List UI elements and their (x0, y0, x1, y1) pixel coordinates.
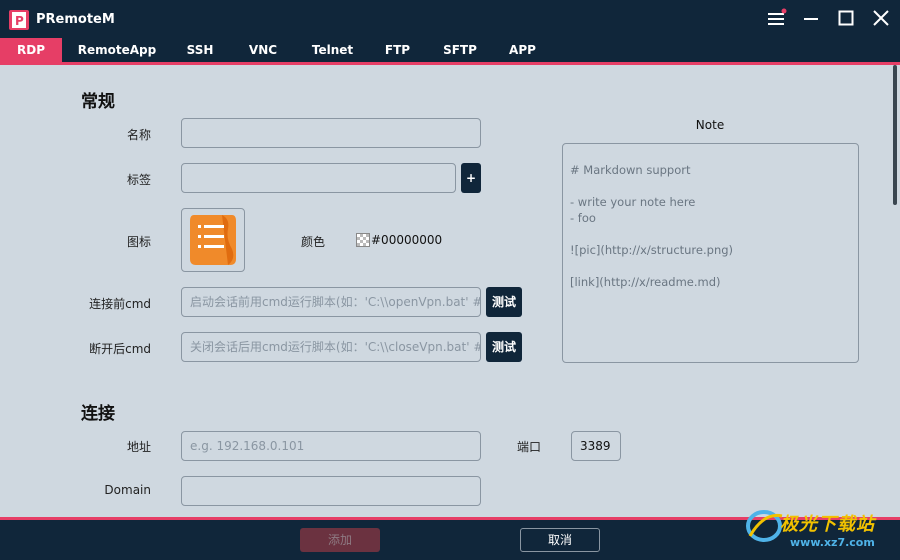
note-title: Note (695, 118, 725, 132)
svg-text:P: P (15, 14, 24, 28)
domain-field[interactable] (181, 476, 481, 506)
section-title-connection: 连接 (81, 404, 115, 424)
note-line (570, 178, 851, 194)
color-swatch[interactable] (356, 233, 370, 247)
add-tag-button[interactable]: + (461, 163, 481, 193)
pre-cmd-test-button[interactable]: 测试 (486, 287, 522, 317)
tab-sftp[interactable]: SFTP (435, 38, 485, 62)
section-title-general: 常规 (81, 92, 115, 112)
color-value[interactable]: #00000000 (371, 233, 442, 247)
content-panel: 常规 名称 标签 + 图标 颜色 #00000000 连接前cmd 启动会话前用… (0, 65, 900, 517)
note-editor[interactable]: # Markdown support - write your note her… (562, 143, 859, 363)
tab-ftp[interactable]: FTP (375, 38, 420, 62)
watermark-text: 极光下载站 (780, 514, 875, 535)
watermark-url: www.xz7.com (790, 536, 875, 549)
port-field[interactable]: 3389 (571, 431, 621, 461)
title-bar: P PRemoteM (0, 0, 900, 38)
name-label: 名称 (126, 128, 151, 142)
add-button[interactable]: 添加 (300, 528, 380, 552)
vertical-scrollbar[interactable] (893, 65, 897, 205)
close-button[interactable] (867, 6, 895, 32)
tab-rdp[interactable]: RDP (0, 38, 62, 62)
pre-cmd-label: 连接前cmd (89, 297, 151, 311)
post-cmd-field[interactable]: 关闭会话后用cmd运行脚本(如：'C:\\closeVpn.bat' # (181, 332, 481, 362)
tab-remoteapp[interactable]: RemoteApp (72, 38, 162, 62)
note-line (570, 258, 851, 274)
tab-ssh[interactable]: SSH (175, 38, 225, 62)
address-label: 地址 (126, 440, 151, 454)
protocol-tabs: RDP RemoteApp SSH VNC Telnet FTP SFTP AP… (0, 38, 900, 62)
menu-button[interactable] (762, 6, 790, 32)
maximize-button[interactable] (832, 6, 860, 32)
post-cmd-test-button[interactable]: 测试 (486, 332, 522, 362)
post-cmd-label: 断开后cmd (89, 342, 151, 356)
icon-label: 图标 (126, 235, 151, 249)
note-line (570, 226, 851, 242)
tag-field[interactable] (181, 163, 456, 193)
minimize-icon (804, 18, 818, 20)
note-line: [link](http://x/readme.md) (570, 275, 721, 289)
minimize-button[interactable] (797, 6, 825, 32)
tab-vnc[interactable]: VNC (238, 38, 288, 62)
close-icon (873, 10, 889, 26)
hamburger-icon (768, 8, 787, 25)
domain-label: Domain (104, 483, 151, 497)
note-line: # Markdown support (570, 163, 691, 177)
port-label: 端口 (516, 440, 541, 454)
maximize-icon (838, 10, 854, 26)
tab-app[interactable]: APP (500, 38, 545, 62)
app-logo-icon: P (9, 10, 29, 30)
note-line: ![pic](http://x/structure.png) (570, 243, 734, 257)
note-line: - foo (570, 211, 596, 225)
note-line: - write your note here (570, 195, 696, 209)
tab-telnet[interactable]: Telnet (305, 38, 360, 62)
pre-cmd-field[interactable]: 启动会话前用cmd运行脚本(如：'C:\\openVpn.bat' # (181, 287, 481, 317)
app-title: PRemoteM (36, 12, 115, 27)
tag-label: 标签 (126, 173, 151, 187)
color-label: 颜色 (300, 235, 325, 249)
cancel-button[interactable]: 取消 (520, 528, 600, 552)
name-field[interactable] (181, 118, 481, 148)
